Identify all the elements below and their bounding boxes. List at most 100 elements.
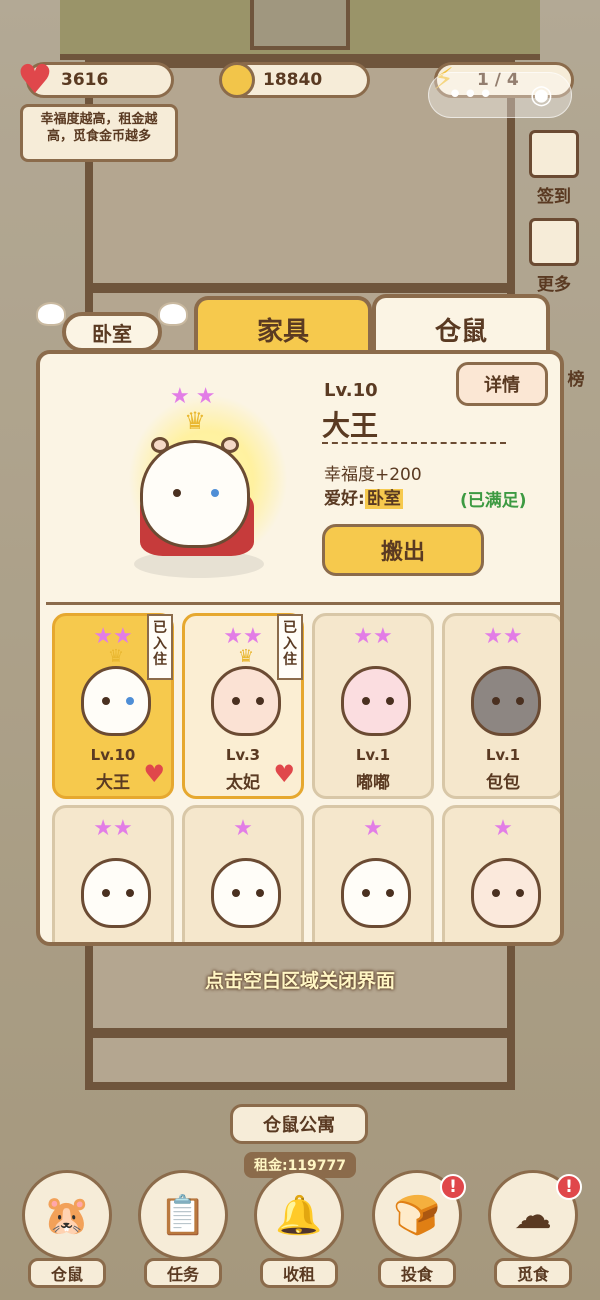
card-name: 包包 [486, 773, 520, 793]
detail-name: 大王 [322, 409, 379, 442]
hamster-avatar [471, 858, 541, 928]
hamster-card[interactable]: ★★ 已入住 ♛ Lv.3 太妃 ♥ [182, 613, 304, 799]
apartment-sign: 仓鼠公寓 [230, 1104, 368, 1144]
happiness-tip: 幸福度越高，租金越高，觅食金币越多 [20, 104, 178, 162]
calendar-icon [529, 130, 579, 178]
eye [126, 697, 134, 705]
hamster-avatar [341, 858, 411, 928]
heart-icon: ♥ [273, 760, 295, 788]
heart-icon: ♥ [143, 760, 165, 788]
more-dots-icon[interactable]: ••• [447, 80, 493, 110]
crown-icon: ♛ [107, 646, 125, 667]
checkin-button[interactable]: 签到 [524, 130, 584, 207]
hobby-label: 爱好: [324, 489, 365, 509]
grid-icon [529, 218, 579, 266]
hamster-avatar [211, 858, 281, 928]
eye [362, 697, 370, 705]
detail-level: Lv.10 [324, 380, 378, 401]
nav-label: 收租 [260, 1258, 338, 1288]
nav-tasks[interactable]: 📋 任务 [136, 1170, 230, 1290]
hamster-card[interactable]: ★ [182, 805, 304, 942]
eye [492, 889, 500, 897]
card-stars: ★ [233, 816, 253, 841]
card-stars: ★★ [353, 624, 393, 649]
right-wing-icon [158, 302, 188, 326]
eye [256, 697, 264, 705]
bell-icon: 🔔 [254, 1170, 344, 1260]
hearts-value: 3616 [61, 70, 109, 90]
eye [492, 697, 500, 705]
card-name: 嘟嘟 [356, 773, 390, 793]
rank-label: 榜 [567, 370, 585, 390]
task-icon: 📋 [138, 1170, 228, 1260]
checkin-label: 签到 [537, 187, 571, 207]
hamster-card[interactable]: ★ [442, 805, 560, 942]
nav-label: 任务 [144, 1258, 222, 1288]
hamster-avatar [471, 666, 541, 736]
king-hamster-portrait: ♛ [140, 409, 250, 548]
happiness-bonus: 幸福度+200 [324, 465, 422, 485]
card-stars: ★★ [483, 624, 523, 649]
eye [102, 697, 110, 705]
close-target-icon[interactable]: ◉ [530, 80, 553, 110]
hamster-card[interactable]: ★★ 已入住 ♛ Lv.10 大王 ♥ [52, 613, 174, 799]
alert-badge-icon: ! [440, 1174, 466, 1200]
coin-icon [219, 62, 255, 98]
eye [211, 489, 219, 497]
alert-badge-icon: ! [556, 1174, 582, 1200]
eye [362, 889, 370, 897]
hamster-avatar: ♛ [211, 646, 281, 736]
eye [386, 889, 394, 897]
eye [386, 697, 394, 705]
hamster-avatar [341, 666, 411, 736]
star-icon: ★ [170, 384, 190, 409]
miniprogram-capsule[interactable]: ••• ◉ [428, 72, 572, 118]
satisfied-status: (已满足) [460, 491, 527, 511]
crown-icon: ♛ [184, 407, 206, 435]
occupied-badge: 已入住 [277, 614, 303, 680]
eye [516, 697, 524, 705]
ear [151, 437, 169, 453]
more-button[interactable]: 更多 [524, 218, 584, 295]
eye [102, 889, 110, 897]
eye [126, 889, 134, 897]
eye [232, 697, 240, 705]
card-level: Lv.1 [355, 746, 391, 764]
hamster-card[interactable]: ★★ Lv.1 包包 [442, 613, 560, 799]
nav-label: 仓鼠 [28, 1258, 106, 1288]
nav-label: 投食 [378, 1258, 456, 1288]
card-stars: ★ [363, 816, 383, 841]
star-icon: ★ [195, 384, 216, 409]
left-wing-icon [36, 302, 66, 326]
hamster-icon: 🐹 [22, 1170, 112, 1260]
hobby-row: 爱好: 卧室 [324, 484, 403, 509]
eye [516, 889, 524, 897]
card-level: Lv.1 [485, 746, 521, 764]
hobby-value: 卧室 [364, 489, 403, 509]
hamster-card[interactable]: ★★ [52, 805, 174, 942]
room-label: 卧室 [62, 312, 162, 352]
hamster-card[interactable]: ★ [312, 805, 434, 942]
hero-stars: ★ ★ [170, 386, 215, 408]
hamster-avatar: ♛ [81, 646, 151, 736]
hamster-grid: ★★ 已入住 ♛ Lv.10 大王 ♥ ★★ 已入住 ♛ Lv.3 太妃 ♥ ★ [46, 602, 560, 942]
nav-label: 觅食 [494, 1258, 572, 1288]
nav-collect-rent[interactable]: 🔔 收租 [252, 1170, 346, 1290]
crown-icon: ♛ [237, 646, 255, 667]
ear [221, 437, 239, 453]
eye [232, 889, 240, 897]
hearts-counter: ♥ 3616 [17, 60, 174, 100]
coins-counter: 18840 [219, 62, 370, 98]
details-button[interactable]: 详情 [456, 362, 548, 406]
nav-hamster[interactable]: 🐹 仓鼠 [20, 1170, 114, 1290]
move-out-button[interactable]: 搬出 [322, 524, 484, 576]
hamster-avatar [81, 858, 151, 928]
hamster-card[interactable]: ★★ Lv.1 嘟嘟 [312, 613, 434, 799]
close-hint: 点击空白区域关闭界面 [204, 970, 395, 992]
tab-furniture[interactable]: 家具 [194, 296, 372, 358]
heart-icon: ♥ [17, 57, 53, 103]
more-label: 更多 [537, 275, 571, 295]
card-stars: ★★ [93, 816, 133, 841]
eye [256, 889, 264, 897]
hamster-panel: ★ ★ ♛ Lv.10 大王 幸福度+200 爱好: 卧室 (已满足) 详情 搬出… [36, 350, 564, 946]
